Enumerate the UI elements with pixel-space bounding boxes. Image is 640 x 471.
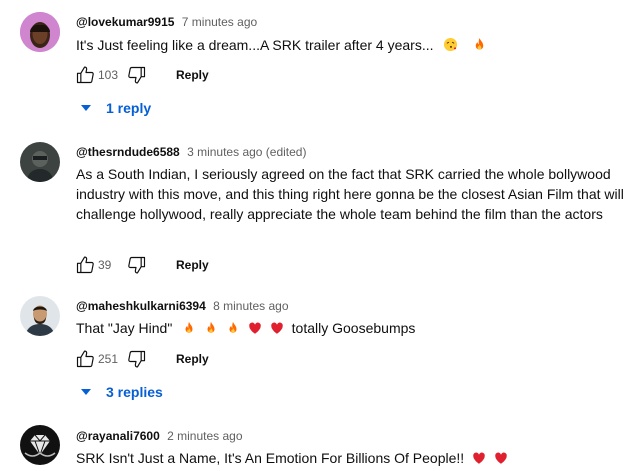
heart-emoji bbox=[494, 451, 508, 465]
comment-actions: 251 Reply bbox=[74, 347, 209, 371]
comment-actions: 103 Reply bbox=[74, 63, 209, 87]
reply-button[interactable]: Reply bbox=[176, 68, 209, 82]
replies-label: 3 replies bbox=[106, 384, 163, 400]
heart-emoji bbox=[248, 321, 262, 335]
thumbs-down-icon bbox=[127, 349, 147, 369]
comment-text: It's Just feeling like a dream...A SRK t… bbox=[76, 35, 628, 55]
fire-emoji bbox=[182, 321, 196, 335]
comment-meta: @thesrndude6588 3 minutes ago (edited) bbox=[76, 145, 306, 159]
comment-actions: 39 Reply bbox=[74, 253, 209, 277]
comment-body: It's Just feeling like a dream...A SRK t… bbox=[76, 37, 434, 53]
like-button[interactable] bbox=[74, 64, 96, 86]
author-handle[interactable]: @maheshkulkarni6394 bbox=[76, 299, 206, 313]
heart-emoji bbox=[270, 321, 284, 335]
avatar[interactable] bbox=[20, 425, 60, 465]
view-replies-button[interactable]: 1 reply bbox=[80, 98, 151, 118]
thumbs-up-icon bbox=[75, 255, 95, 275]
dislike-button[interactable] bbox=[126, 254, 148, 276]
author-handle[interactable]: @rayanali7600 bbox=[76, 429, 160, 443]
avatar[interactable] bbox=[20, 12, 60, 52]
kissing-face-emoji bbox=[443, 37, 458, 52]
reply-button[interactable]: Reply bbox=[176, 352, 209, 366]
chevron-down-icon bbox=[80, 104, 92, 112]
comment-meta: @maheshkulkarni6394 8 minutes ago bbox=[76, 299, 289, 313]
heart-emoji bbox=[472, 451, 486, 465]
comment-body: That "Jay Hind" bbox=[76, 320, 173, 336]
comment-text: SRK Isn't Just a Name, It's An Emotion F… bbox=[76, 448, 628, 468]
like-button[interactable] bbox=[74, 254, 96, 276]
comment-body: As a South Indian, I seriously agreed on… bbox=[76, 166, 624, 222]
like-count: 251 bbox=[98, 352, 119, 366]
comment-time[interactable]: 8 minutes ago bbox=[213, 299, 288, 313]
comment-body-suffix: totally Goosebumps bbox=[291, 320, 416, 336]
reply-button[interactable]: Reply bbox=[176, 258, 209, 272]
dislike-button[interactable] bbox=[126, 348, 148, 370]
thumbs-up-icon bbox=[75, 349, 95, 369]
view-replies-button[interactable]: 3 replies bbox=[80, 382, 163, 402]
chevron-down-icon bbox=[80, 388, 92, 396]
fire-emoji bbox=[472, 37, 487, 52]
avatar[interactable] bbox=[20, 296, 60, 336]
thumbs-down-icon bbox=[127, 255, 147, 275]
comment-time[interactable]: 3 minutes ago (edited) bbox=[187, 145, 306, 159]
thumbs-up-icon bbox=[75, 65, 95, 85]
author-handle[interactable]: @lovekumar9915 bbox=[76, 15, 174, 29]
comment-time[interactable]: 2 minutes ago bbox=[167, 429, 242, 443]
author-handle[interactable]: @thesrndude6588 bbox=[76, 145, 180, 159]
comment-meta: @rayanali7600 2 minutes ago bbox=[76, 429, 243, 443]
fire-emoji bbox=[226, 321, 240, 335]
thumbs-down-icon bbox=[127, 65, 147, 85]
comment-body: SRK Isn't Just a Name, It's An Emotion F… bbox=[76, 450, 465, 466]
comment-meta: @lovekumar9915 7 minutes ago bbox=[76, 15, 257, 29]
like-button[interactable] bbox=[74, 348, 96, 370]
comment-text: That "Jay Hind" totally Goosebumps bbox=[76, 318, 628, 338]
fire-emoji bbox=[204, 321, 218, 335]
like-count: 39 bbox=[98, 258, 112, 272]
like-count: 103 bbox=[98, 68, 119, 82]
replies-label: 1 reply bbox=[106, 100, 152, 116]
dislike-button[interactable] bbox=[126, 64, 148, 86]
comment-time[interactable]: 7 minutes ago bbox=[182, 15, 257, 29]
avatar[interactable] bbox=[20, 142, 60, 182]
